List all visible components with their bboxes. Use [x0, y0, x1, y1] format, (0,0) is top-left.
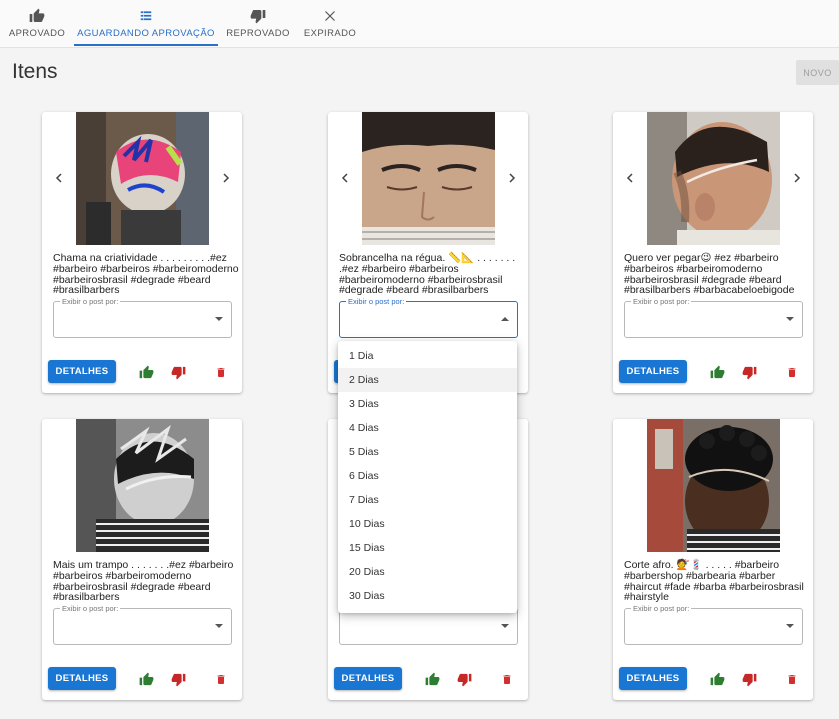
tab-label: APROVADO	[8, 28, 66, 39]
display-period-select[interactable]: Exibir o post por:	[624, 604, 803, 645]
post-caption: Quero ver pegar😉 #ez #barbeiro #barbeiro…	[624, 252, 795, 297]
display-period-dropdown-menu: 1 Dia 2 Dias 3 Dias 4 Dias 5 Dias 6 Dias…	[338, 341, 517, 613]
delete-trash-icon[interactable]	[212, 670, 230, 688]
details-button[interactable]: DETALHES	[619, 667, 687, 690]
dropdown-option[interactable]: 2 Dias	[338, 368, 517, 392]
previous-image-arrow[interactable]	[52, 170, 66, 186]
next-image-arrow[interactable]	[219, 170, 233, 186]
select-label: Exibir o post por:	[631, 297, 692, 306]
delete-trash-icon[interactable]	[783, 363, 801, 381]
delete-trash-icon[interactable]	[498, 670, 516, 688]
reject-thumb-down-icon[interactable]	[169, 670, 187, 688]
tab-label: AGUARDANDO APROVAÇÃO	[77, 28, 215, 39]
post-caption: Mais um trampo . . . . . . .#ez #barbeir…	[53, 559, 234, 604]
tab-bar: APROVADO AGUARDANDO APROVAÇÃO REPROVADO …	[0, 0, 839, 48]
dropdown-option[interactable]: 15 Dias	[338, 536, 517, 560]
close-icon	[324, 6, 336, 26]
display-period-select[interactable]: Exibir o post por:	[53, 604, 232, 645]
dropdown-option[interactable]: 1 Dia	[338, 344, 517, 368]
display-period-select[interactable]: Exibir o post por:	[339, 604, 518, 645]
display-period-select[interactable]: Exibir o post por:	[624, 297, 803, 338]
dropdown-option[interactable]: 3 Dias	[338, 392, 517, 416]
next-image-arrow[interactable]	[790, 170, 804, 186]
tab-aguardando-aprovacao[interactable]: AGUARDANDO APROVAÇÃO	[74, 0, 218, 46]
tab-aprovado[interactable]: APROVADO	[6, 0, 68, 46]
dropdown-option[interactable]: 6 Dias	[338, 464, 517, 488]
post-caption: Chama na criatividade . . . . . . . . .#…	[53, 252, 239, 297]
dropdown-option[interactable]: 30 Dias	[338, 584, 517, 608]
dropdown-option[interactable]: 5 Dias	[338, 440, 517, 464]
tab-label: EXPIRADO	[303, 28, 357, 39]
post-card: Chama na criatividade . . . . . . . . .#…	[42, 112, 242, 393]
post-photo	[647, 419, 780, 552]
list-icon	[139, 6, 153, 26]
dropdown-caret-icon	[215, 624, 223, 628]
post-photo	[362, 112, 495, 245]
select-label: Exibir o post por:	[60, 297, 121, 306]
details-button[interactable]: DETALHES	[334, 667, 402, 690]
approve-thumb-up-icon[interactable]	[137, 670, 155, 688]
post-photo	[76, 419, 209, 552]
new-button[interactable]: NOVO	[796, 60, 839, 85]
tab-reprovado[interactable]: REPROVADO	[226, 0, 290, 46]
dropdown-option[interactable]: 10 Dias	[338, 512, 517, 536]
approve-thumb-up-icon[interactable]	[423, 670, 441, 688]
tab-expirado[interactable]: EXPIRADO	[300, 0, 360, 46]
reject-thumb-down-icon[interactable]	[740, 670, 758, 688]
thumb-down-icon	[250, 6, 266, 26]
dropdown-caret-icon	[501, 317, 509, 321]
post-card: Mais um trampo . . . . . . .#ez #barbeir…	[42, 419, 242, 700]
reject-thumb-down-icon[interactable]	[740, 363, 758, 381]
previous-image-arrow[interactable]	[338, 170, 352, 186]
select-label: Exibir o post por:	[60, 604, 121, 613]
thumb-up-icon	[29, 6, 45, 26]
reject-thumb-down-icon[interactable]	[455, 670, 473, 688]
post-photo	[76, 112, 209, 245]
delete-trash-icon[interactable]	[212, 363, 230, 381]
reject-thumb-down-icon[interactable]	[169, 363, 187, 381]
approve-thumb-up-icon[interactable]	[708, 670, 726, 688]
display-period-select[interactable]: Exibir o post por:	[339, 297, 518, 338]
dropdown-caret-icon	[786, 317, 794, 321]
select-label: Exibir o post por:	[631, 604, 692, 613]
page-title: Itens	[12, 60, 58, 83]
select-label: Exibir o post por:	[346, 297, 407, 306]
details-button[interactable]: DETALHES	[48, 667, 116, 690]
approve-thumb-up-icon[interactable]	[708, 363, 726, 381]
dropdown-caret-icon	[786, 624, 794, 628]
post-photo	[647, 112, 780, 245]
post-card: Quero ver pegar😉 #ez #barbeiro #barbeiro…	[613, 112, 813, 393]
details-button[interactable]: DETALHES	[48, 360, 116, 383]
dropdown-caret-icon	[501, 624, 509, 628]
dropdown-option[interactable]: 7 Dias	[338, 488, 517, 512]
dropdown-caret-icon	[215, 317, 223, 321]
post-caption: Sobrancelha na régua. 📏📐 . . . . . . . .…	[339, 252, 516, 297]
display-period-select[interactable]: Exibir o post por:	[53, 297, 232, 338]
approve-thumb-up-icon[interactable]	[137, 363, 155, 381]
post-caption: Corte afro. 💇💈 . . . . . #barbeiro #barb…	[624, 559, 804, 604]
tab-label: REPROVADO	[226, 28, 290, 39]
post-card: Corte afro. 💇💈 . . . . . #barbeiro #barb…	[613, 419, 813, 700]
active-tab-indicator	[74, 44, 218, 46]
dropdown-option[interactable]: 4 Dias	[338, 416, 517, 440]
dropdown-option[interactable]: 20 Dias	[338, 560, 517, 584]
details-button[interactable]: DETALHES	[619, 360, 687, 383]
delete-trash-icon[interactable]	[783, 670, 801, 688]
previous-image-arrow[interactable]	[623, 170, 637, 186]
next-image-arrow[interactable]	[505, 170, 519, 186]
